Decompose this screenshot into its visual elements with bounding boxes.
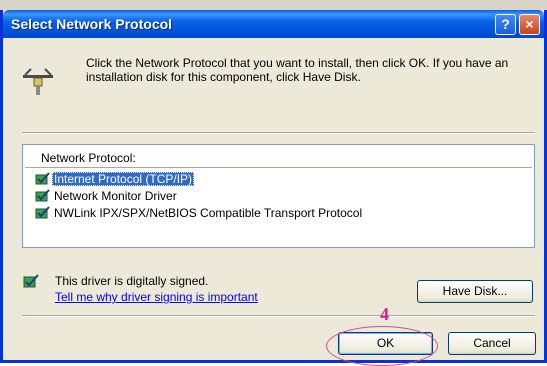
window-title: Select Network Protocol xyxy=(11,16,173,32)
title-bar[interactable]: Select Network Protocol ? × xyxy=(3,10,544,38)
driver-signing-info-link[interactable]: Tell me why driver signing is important xyxy=(55,290,258,304)
list-item-label: NWLink IPX/SPX/NetBIOS Compatible Transp… xyxy=(54,205,363,220)
close-button[interactable]: × xyxy=(519,14,540,35)
list-item-label: Network Monitor Driver xyxy=(54,188,177,203)
ok-button[interactable]: OK xyxy=(338,332,433,355)
list-item-label: Internet Protocol (TCP/IP) xyxy=(52,171,195,186)
instructions-text: Click the Network Protocol that you want… xyxy=(86,56,509,84)
cancel-button[interactable]: Cancel xyxy=(448,332,536,355)
protocol-icon xyxy=(35,189,50,202)
driver-signed-status: This driver is digitally signed. xyxy=(55,274,209,288)
list-header: Network Protocol: xyxy=(41,151,136,165)
protocol-icon xyxy=(35,206,50,219)
signed-driver-icon xyxy=(23,274,39,288)
list-item-nwlink-ipx-spx[interactable]: NWLink IPX/SPX/NetBIOS Compatible Transp… xyxy=(35,205,364,221)
list-item-network-monitor-driver[interactable]: Network Monitor Driver xyxy=(35,188,179,204)
background-window-text: · · · · · · · · · · · · · · · · · · · · … xyxy=(8,0,250,4)
bottom-divider xyxy=(22,315,535,317)
network-protocol-icon xyxy=(23,68,53,95)
network-protocol-list[interactable]: Network Protocol: Internet Protocol (TCP… xyxy=(22,144,535,248)
step-number-annotation: 4 xyxy=(380,304,389,324)
list-item-tcp-ip[interactable]: Internet Protocol (TCP/IP) xyxy=(35,171,195,187)
select-network-protocol-dialog: Select Network Protocol ? × Click the Ne… xyxy=(0,10,547,366)
protocol-icon xyxy=(35,172,50,185)
help-button[interactable]: ? xyxy=(495,14,516,35)
have-disk-button[interactable]: Have Disk... xyxy=(417,280,533,303)
top-divider xyxy=(22,132,535,134)
list-header-divider xyxy=(25,167,532,168)
